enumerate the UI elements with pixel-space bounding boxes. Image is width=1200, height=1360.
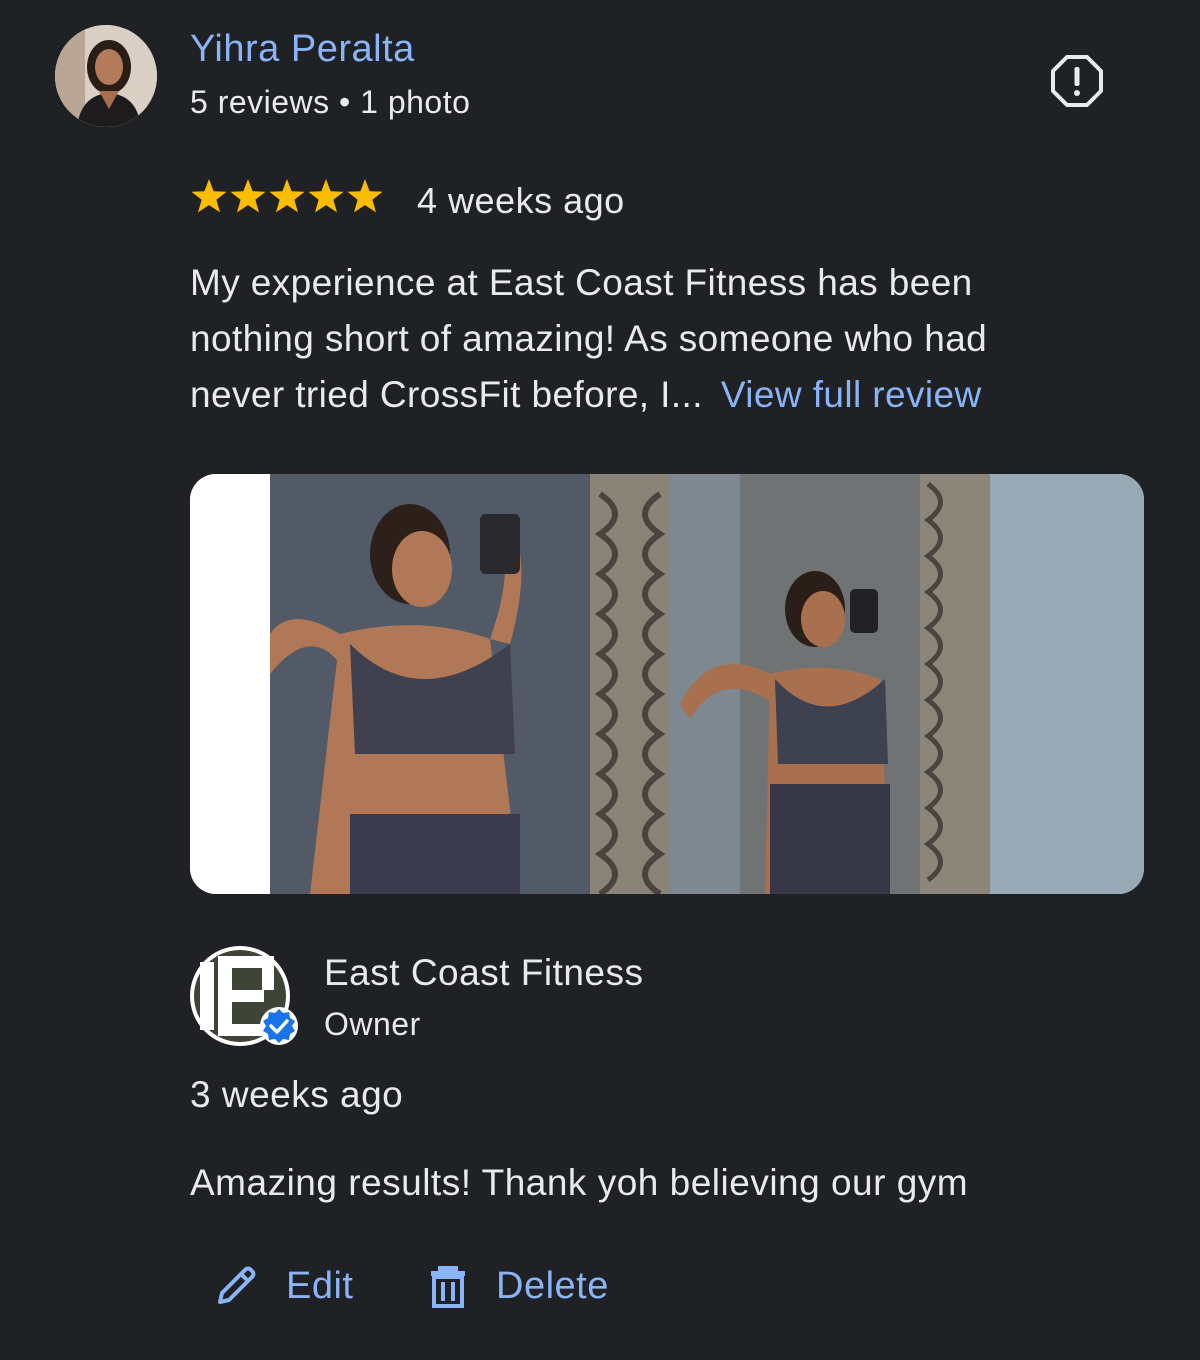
delete-label: Delete <box>496 1264 609 1307</box>
star-icon <box>191 179 227 213</box>
owner-name: East Coast Fitness <box>324 952 644 993</box>
pencil-icon <box>218 1266 256 1304</box>
star-icon <box>308 179 344 213</box>
delete-button[interactable]: Delete <box>428 1258 609 1314</box>
star-icon <box>230 179 266 213</box>
star-icon <box>347 179 383 213</box>
trash-icon <box>431 1266 465 1308</box>
report-icon <box>1051 55 1103 107</box>
review-card: Yihra Peralta 5 reviews • 1 photo 4 week… <box>0 0 1200 1360</box>
reviewer-avatar[interactable] <box>55 25 157 127</box>
view-full-review-link[interactable]: View full review <box>721 374 982 415</box>
verified-badge-icon <box>260 1007 298 1045</box>
reviewer-stats: 5 reviews • 1 photo <box>190 84 471 120</box>
star-rating <box>190 176 384 218</box>
owner-role-label: Owner <box>324 1006 421 1042</box>
profile-photo-icon <box>55 25 157 127</box>
business-logo <box>190 946 298 1046</box>
edit-button[interactable]: Edit <box>214 1258 353 1314</box>
review-photo[interactable] <box>190 474 1144 894</box>
owner-reply-text: Amazing results! Thank yoh believing our… <box>190 1162 969 1203</box>
review-time: 4 weeks ago <box>417 180 625 221</box>
report-button[interactable] <box>1050 54 1104 108</box>
owner-avatar[interactable] <box>190 946 298 1048</box>
edit-label: Edit <box>286 1264 354 1307</box>
review-photo-image <box>190 474 1144 894</box>
star-icon <box>269 179 305 213</box>
reviewer-name[interactable]: Yihra Peralta <box>190 28 415 71</box>
review-text: My experience at East Coast Fitness has … <box>190 255 1090 423</box>
owner-reply-time: 3 weeks ago <box>190 1074 404 1115</box>
